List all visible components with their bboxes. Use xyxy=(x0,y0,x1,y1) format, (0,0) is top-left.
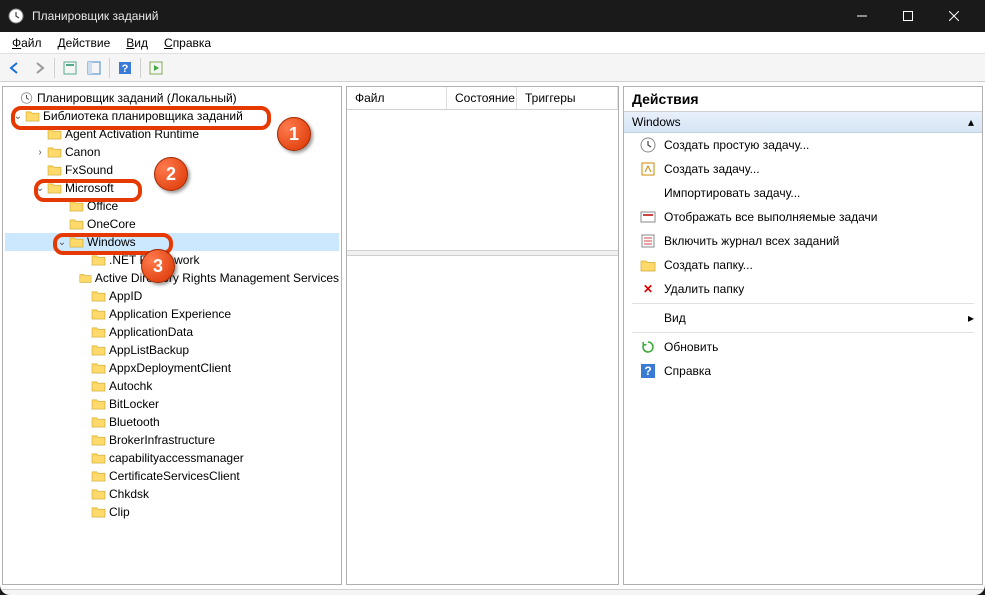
menu-help[interactable]: Справка xyxy=(156,34,219,52)
col-file[interactable]: Файл xyxy=(347,87,447,109)
tree-item[interactable]: capabilityaccessmanager xyxy=(5,449,339,467)
chevron-down-icon[interactable]: ⌄ xyxy=(11,111,25,122)
folder-icon xyxy=(640,257,656,273)
menu-file[interactable]: Файл xyxy=(4,34,50,52)
action-enable-history[interactable]: Включить журнал всех заданий xyxy=(624,229,982,253)
col-triggers[interactable]: Триггеры xyxy=(517,87,618,109)
tree-pane: Планировщик заданий (Локальный) ⌄ Библио… xyxy=(2,86,342,585)
splitter-horizontal[interactable] xyxy=(347,250,618,256)
menu-view[interactable]: Вид xyxy=(118,34,156,52)
titlebar: Планировщик заданий xyxy=(0,0,985,32)
tree-item[interactable]: Application Experience xyxy=(5,305,339,323)
collapse-icon[interactable]: ▴ xyxy=(968,115,974,129)
tree-item-microsoft[interactable]: ⌄Microsoft xyxy=(5,179,339,197)
tree-item[interactable]: Active Directory Rights Management Servi… xyxy=(5,269,339,287)
tree-item[interactable]: CertificateServicesClient xyxy=(5,467,339,485)
tool-btn-3[interactable] xyxy=(145,57,167,79)
action-new-folder[interactable]: Создать папку... xyxy=(624,253,982,277)
tool-btn-2[interactable] xyxy=(83,57,105,79)
chevron-down-icon[interactable]: ⌄ xyxy=(55,237,69,248)
maximize-button[interactable] xyxy=(885,0,931,32)
tree-item[interactable]: ›Canon xyxy=(5,143,339,161)
action-help[interactable]: ?Справка xyxy=(624,359,982,383)
create-icon xyxy=(640,161,656,177)
tree-item[interactable]: AppxDeploymentClient xyxy=(5,359,339,377)
svg-text:?: ? xyxy=(644,364,651,378)
task-list-body[interactable] xyxy=(347,110,618,250)
col-state[interactable]: Состояние xyxy=(447,87,517,109)
back-button[interactable] xyxy=(4,57,26,79)
tree-root[interactable]: Планировщик заданий (Локальный) xyxy=(5,89,339,107)
tree-item[interactable]: BrokerInfrastructure xyxy=(5,431,339,449)
actions-pane: Действия Windows ▴ Создать простую задач… xyxy=(623,86,983,585)
tree-item-windows[interactable]: ⌄Windows xyxy=(5,233,339,251)
svg-text:?: ? xyxy=(122,63,129,75)
task-list-pane: Файл Состояние Триггеры xyxy=(346,86,619,585)
tree-item[interactable]: AppListBackup xyxy=(5,341,339,359)
tree-item[interactable]: Clip xyxy=(5,503,339,521)
tree-item[interactable]: .NET Framework xyxy=(5,251,339,269)
chevron-right-icon[interactable]: › xyxy=(33,147,47,158)
tree-item[interactable]: ApplicationData xyxy=(5,323,339,341)
tree-item[interactable]: Office xyxy=(5,197,339,215)
task-list-header: Файл Состояние Триггеры xyxy=(347,87,618,110)
menu-action[interactable]: Действие xyxy=(50,34,119,52)
actions-title: Действия xyxy=(624,87,982,112)
action-create[interactable]: Создать задачу... xyxy=(624,157,982,181)
help-button[interactable]: ? xyxy=(114,57,136,79)
menubar: Файл Действие Вид Справка xyxy=(0,32,985,54)
show-running-icon xyxy=(640,209,656,225)
action-view[interactable]: Вид▸ xyxy=(624,306,982,330)
action-create-basic[interactable]: Создать простую задачу... xyxy=(624,133,982,157)
tree-library[interactable]: ⌄ Библиотека планировщика заданий xyxy=(5,107,339,125)
action-show-running[interactable]: Отображать все выполняемые задачи xyxy=(624,205,982,229)
action-delete-folder[interactable]: ✕Удалить папку xyxy=(624,277,982,301)
help-icon: ? xyxy=(640,363,656,379)
window-title: Планировщик заданий xyxy=(32,9,839,23)
tree-root-label: Планировщик заданий (Локальный) xyxy=(37,91,237,105)
action-import[interactable]: Импортировать задачу... xyxy=(624,181,982,205)
history-icon xyxy=(640,233,656,249)
tree-item[interactable]: Autochk xyxy=(5,377,339,395)
delete-icon: ✕ xyxy=(640,281,656,297)
chevron-right-icon: ▸ xyxy=(968,311,974,325)
tree-item[interactable]: Bluetooth xyxy=(5,413,339,431)
tree-item[interactable]: BitLocker xyxy=(5,395,339,413)
tool-btn-1[interactable] xyxy=(59,57,81,79)
create-basic-icon xyxy=(640,137,656,153)
forward-button[interactable] xyxy=(28,57,50,79)
minimize-button[interactable] xyxy=(839,0,885,32)
statusbar xyxy=(0,589,985,595)
tree-item[interactable]: FxSound xyxy=(5,161,339,179)
import-icon xyxy=(640,185,656,201)
app-icon xyxy=(8,8,24,24)
tree-item[interactable]: Chkdsk xyxy=(5,485,339,503)
actions-section[interactable]: Windows ▴ xyxy=(624,112,982,133)
action-refresh[interactable]: Обновить xyxy=(624,335,982,359)
chevron-down-icon[interactable]: ⌄ xyxy=(33,183,47,194)
tree-item[interactable]: AppID xyxy=(5,287,339,305)
tree-library-label: Библиотека планировщика заданий xyxy=(43,109,243,123)
refresh-icon xyxy=(640,339,656,355)
tree-item[interactable]: Agent Activation Runtime xyxy=(5,125,339,143)
close-button[interactable] xyxy=(931,0,977,32)
tree-item[interactable]: OneCore xyxy=(5,215,339,233)
toolbar: ? xyxy=(0,54,985,82)
